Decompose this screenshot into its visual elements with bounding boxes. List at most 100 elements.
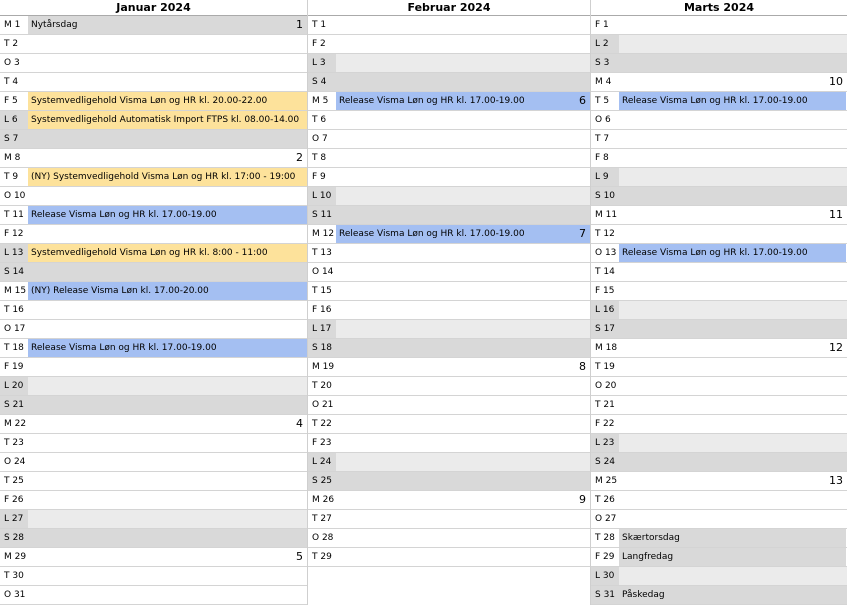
day-row[interactable]: L 24 bbox=[308, 453, 590, 472]
day-row[interactable]: S 18 bbox=[308, 339, 590, 358]
day-row[interactable]: O 28 bbox=[308, 529, 590, 548]
calendar-event[interactable]: Release Visma Løn og HR kl. 17.00-19.00 bbox=[619, 244, 846, 262]
day-row[interactable]: T 7 bbox=[591, 130, 847, 149]
day-row[interactable]: O 31 bbox=[0, 586, 307, 605]
day-row[interactable]: T 29 bbox=[308, 548, 590, 567]
day-row[interactable]: F 5 Systemvedligehold Visma Løn og HR kl.… bbox=[0, 92, 307, 111]
day-row[interactable]: T 5 Release Visma Løn og HR kl. 17.00-19.… bbox=[591, 92, 847, 111]
day-row[interactable]: F 26 bbox=[0, 491, 307, 510]
day-row[interactable]: T 28 Skærtorsdag bbox=[591, 529, 847, 548]
day-row[interactable]: F 2 bbox=[308, 35, 590, 54]
day-row[interactable]: T 20 bbox=[308, 377, 590, 396]
day-row[interactable]: M 5 Release Visma Løn og HR kl. 17.00-19.… bbox=[308, 92, 590, 111]
day-row[interactable]: T 27 bbox=[308, 510, 590, 529]
day-row[interactable]: F 23 bbox=[308, 434, 590, 453]
day-row[interactable]: O 6 bbox=[591, 111, 847, 130]
day-row[interactable]: S 17 bbox=[591, 320, 847, 339]
day-row[interactable]: S 3 bbox=[591, 54, 847, 73]
calendar-event[interactable]: Release Visma Løn og HR kl. 17.00-19.00 bbox=[336, 225, 590, 243]
day-row[interactable]: T 14 bbox=[591, 263, 847, 282]
day-row[interactable]: S 14 bbox=[0, 263, 307, 282]
day-row[interactable]: L 17 bbox=[308, 320, 590, 339]
day-row[interactable]: F 9 bbox=[308, 168, 590, 187]
day-row[interactable]: T 4 bbox=[0, 73, 307, 92]
day-row[interactable]: F 1 bbox=[591, 16, 847, 35]
day-row[interactable]: M 8 2 bbox=[0, 149, 307, 168]
day-row[interactable]: T 12 bbox=[591, 225, 847, 244]
day-row[interactable]: L 23 bbox=[591, 434, 847, 453]
calendar-event[interactable]: Release Visma Løn og HR kl. 17.00-19.00 bbox=[28, 206, 307, 224]
day-row[interactable]: F 12 bbox=[0, 225, 307, 244]
day-row[interactable]: O 20 bbox=[591, 377, 847, 396]
day-row[interactable]: O 17 bbox=[0, 320, 307, 339]
day-row[interactable]: T 13 bbox=[308, 244, 590, 263]
day-row[interactable]: F 29 Langfredag bbox=[591, 548, 847, 567]
day-row[interactable]: M 25 13 bbox=[591, 472, 847, 491]
calendar-event[interactable]: Skærtorsdag bbox=[619, 529, 846, 547]
day-row[interactable]: S 31 Påskedag bbox=[591, 586, 847, 605]
day-row[interactable]: O 10 bbox=[0, 187, 307, 206]
day-row[interactable]: L 13 Systemvedligehold Visma Løn og HR kl… bbox=[0, 244, 307, 263]
day-row[interactable]: S 25 bbox=[308, 472, 590, 491]
day-row[interactable]: M 18 12 bbox=[591, 339, 847, 358]
day-row[interactable]: L 27 bbox=[0, 510, 307, 529]
day-row[interactable]: F 22 bbox=[591, 415, 847, 434]
calendar-event[interactable]: (NY) Release Visma Løn kl. 17.00-20.00 bbox=[28, 282, 307, 300]
day-row[interactable]: M 19 8 bbox=[308, 358, 590, 377]
day-row[interactable]: M 29 5 bbox=[0, 548, 307, 567]
day-row[interactable]: O 3 bbox=[0, 54, 307, 73]
day-row[interactable]: T 30 bbox=[0, 567, 307, 586]
calendar-event[interactable]: Systemvedligehold Visma Løn og HR kl. 20… bbox=[28, 92, 307, 110]
day-row[interactable]: L 30 bbox=[591, 567, 847, 586]
calendar-event[interactable]: Release Visma Løn og HR kl. 17.00-19.00 bbox=[619, 92, 846, 110]
day-row[interactable]: L 6 Systemvedligehold Automatisk Import F… bbox=[0, 111, 307, 130]
day-row[interactable]: T 8 bbox=[308, 149, 590, 168]
day-row[interactable]: S 11 bbox=[308, 206, 590, 225]
day-row[interactable]: O 24 bbox=[0, 453, 307, 472]
day-row[interactable]: T 19 bbox=[591, 358, 847, 377]
day-row[interactable]: S 10 bbox=[591, 187, 847, 206]
day-row[interactable]: T 22 bbox=[308, 415, 590, 434]
calendar-event[interactable]: Systemvedligehold Visma Løn og HR kl. 8:… bbox=[28, 244, 307, 262]
day-row[interactable]: M 4 10 bbox=[591, 73, 847, 92]
day-row[interactable]: T 15 bbox=[308, 282, 590, 301]
day-row[interactable]: M 1 Nytårsdag 1 bbox=[0, 16, 307, 35]
day-row[interactable]: L 2 bbox=[591, 35, 847, 54]
day-row[interactable]: L 9 bbox=[591, 168, 847, 187]
day-row[interactable]: T 6 bbox=[308, 111, 590, 130]
calendar-event[interactable]: Påskedag bbox=[619, 586, 846, 604]
day-row[interactable]: S 28 bbox=[0, 529, 307, 548]
day-row[interactable]: L 16 bbox=[591, 301, 847, 320]
day-row[interactable]: O 21 bbox=[308, 396, 590, 415]
day-row[interactable]: M 26 9 bbox=[308, 491, 590, 510]
day-row[interactable]: F 8 bbox=[591, 149, 847, 168]
day-row[interactable]: S 7 bbox=[0, 130, 307, 149]
day-row[interactable]: O 27 bbox=[591, 510, 847, 529]
day-row[interactable]: T 11 Release Visma Løn og HR kl. 17.00-19… bbox=[0, 206, 307, 225]
day-row[interactable]: T 9 (NY) Systemvedligehold Visma Løn og H… bbox=[0, 168, 307, 187]
day-row[interactable]: T 26 bbox=[591, 491, 847, 510]
day-row[interactable]: T 18 Release Visma Løn og HR kl. 17.00-19… bbox=[0, 339, 307, 358]
calendar-event[interactable]: Systemvedligehold Automatisk Import FTPS… bbox=[28, 111, 307, 129]
day-row[interactable]: M 12 Release Visma Løn og HR kl. 17.00-19… bbox=[308, 225, 590, 244]
day-row[interactable]: T 1 bbox=[308, 16, 590, 35]
day-row[interactable]: O 13 Release Visma Løn og HR kl. 17.00-19… bbox=[591, 244, 847, 263]
calendar-event[interactable]: Nytårsdag bbox=[28, 16, 307, 34]
day-row[interactable]: M 15 (NY) Release Visma Løn kl. 17.00-20.… bbox=[0, 282, 307, 301]
day-row[interactable]: T 2 bbox=[0, 35, 307, 54]
day-row[interactable]: T 25 bbox=[0, 472, 307, 491]
day-row[interactable]: T 21 bbox=[591, 396, 847, 415]
day-row[interactable]: S 21 bbox=[0, 396, 307, 415]
day-row[interactable]: F 15 bbox=[591, 282, 847, 301]
calendar-event[interactable]: Langfredag bbox=[619, 548, 846, 566]
calendar-event[interactable]: Release Visma Løn og HR kl. 17.00-19.00 bbox=[336, 92, 590, 110]
day-row[interactable]: F 19 bbox=[0, 358, 307, 377]
day-row[interactable]: T 16 bbox=[0, 301, 307, 320]
day-row[interactable]: L 20 bbox=[0, 377, 307, 396]
day-row[interactable]: O 14 bbox=[308, 263, 590, 282]
day-row[interactable]: M 22 4 bbox=[0, 415, 307, 434]
day-row[interactable]: O 7 bbox=[308, 130, 590, 149]
day-row[interactable]: S 24 bbox=[591, 453, 847, 472]
day-row[interactable]: L 10 bbox=[308, 187, 590, 206]
day-row[interactable]: F 16 bbox=[308, 301, 590, 320]
